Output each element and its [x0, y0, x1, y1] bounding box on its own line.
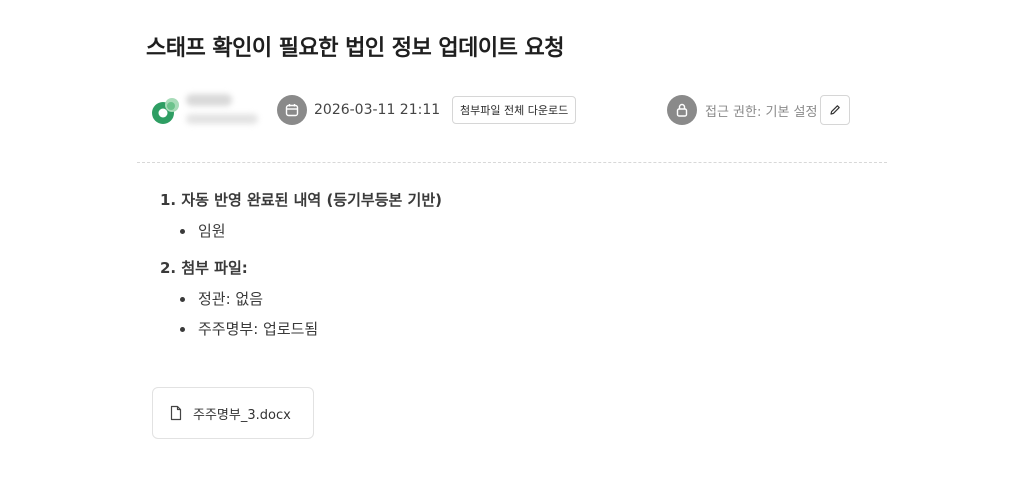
section-list: 정관: 없음 주주명부: 업로드됨 — [160, 284, 860, 344]
access-permission-label: 접근 권한: 기본 설정 — [705, 104, 818, 120]
author-info[interactable] — [150, 94, 270, 126]
avatar-logo-icon — [152, 98, 179, 124]
edit-permission-button[interactable] — [820, 95, 851, 125]
date-info: 2026-03-11 21:11 — [277, 95, 440, 125]
section-list: 임원 — [160, 216, 860, 246]
attachment-card[interactable]: 주주명부_3.docx — [152, 387, 314, 439]
list-item: 정관: 없음 — [160, 284, 860, 314]
access-permission: 접근 권한: 기본 설정 — [667, 95, 851, 125]
author-name-redacted — [186, 94, 232, 106]
page: 스태프 확인이 필요한 법인 정보 업데이트 요청 2026-03-11 21:… — [0, 0, 1024, 486]
document-body: 1. 자동 반영 완료된 내역 (등기부등본 기반) 임원 2. 첨부 파일: … — [160, 188, 860, 354]
page-title: 스태프 확인이 필요한 법인 정보 업데이트 요청 — [146, 36, 565, 61]
divider — [137, 162, 887, 163]
attachment-filename: 주주명부_3.docx — [193, 407, 291, 423]
list-item: 주주명부: 업로드됨 — [160, 314, 860, 344]
lock-icon — [667, 95, 697, 125]
section-heading: 2. 첨부 파일: — [160, 259, 248, 277]
author-role-redacted — [186, 114, 258, 124]
list-item: 임원 — [160, 216, 860, 246]
meta-row: 2026-03-11 21:11 첨부파일 전체 다운로드 접근 권한: 기본 … — [150, 92, 860, 128]
section-heading: 1. 자동 반영 완료된 내역 (등기부등본 기반) — [160, 191, 442, 209]
file-icon — [170, 405, 182, 421]
created-date: 2026-03-11 21:11 — [314, 102, 441, 118]
pencil-icon — [830, 105, 841, 115]
calendar-icon — [277, 95, 307, 125]
download-all-button[interactable]: 첨부파일 전체 다운로드 — [452, 96, 577, 124]
